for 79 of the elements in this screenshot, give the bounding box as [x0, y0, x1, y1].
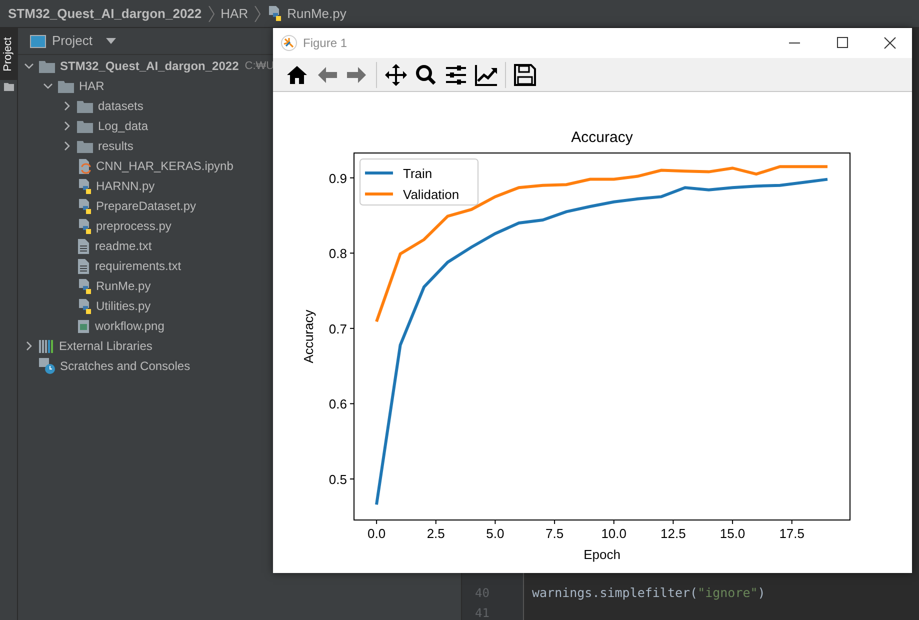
tool-window-tab[interactable]: Project	[0, 28, 17, 80]
tree-item[interactable]: Scratches and Consoles	[60, 357, 190, 375]
collapsed-chevron-icon[interactable]	[62, 121, 72, 131]
python-file-icon	[77, 178, 91, 194]
scratches-icon	[39, 358, 55, 374]
folder-icon	[58, 79, 74, 93]
y-tick-label: 0.9	[328, 170, 347, 186]
python-file-icon	[77, 198, 91, 214]
python-file-icon	[267, 6, 282, 21]
sliders-icon[interactable]	[445, 64, 467, 86]
search-icon[interactable]	[415, 64, 437, 86]
tree-item[interactable]: results	[98, 137, 134, 155]
y-axis-label: Accuracy	[301, 310, 316, 364]
line-chart-icon[interactable]	[475, 64, 497, 86]
x-tick-label: 15.0	[720, 526, 746, 541]
folder-icon	[4, 82, 14, 91]
tree-item[interactable]: requirements.txt	[95, 257, 182, 275]
path-hint: C:₩U	[244, 58, 274, 74]
y-tick-label: 0.8	[328, 246, 347, 262]
x-tick-label: 10.0	[601, 526, 627, 541]
x-tick-label: 12.5	[660, 526, 686, 541]
collapsed-chevron-icon[interactable]	[24, 341, 34, 351]
x-tick-label: 5.0	[486, 526, 504, 541]
tree-item[interactable]: RunMe.py	[96, 277, 151, 295]
folder-icon	[77, 119, 93, 133]
home-icon[interactable]	[286, 64, 308, 86]
text-file-icon	[77, 238, 90, 254]
tree-item[interactable]: CNN_HAR_KERAS.ipynb	[96, 157, 234, 175]
folder-icon	[39, 59, 55, 73]
x-tick-label: 7.5	[546, 526, 564, 541]
app-logo-icon	[281, 35, 297, 51]
code-line: warnings.simplefilter("ignore")	[532, 584, 766, 602]
expanded-chevron-icon[interactable]	[43, 81, 53, 91]
python-file-icon	[77, 298, 91, 314]
breadcrumb-item[interactable]: STM32_Quest_AI_dargon_2022	[8, 4, 202, 24]
y-tick-label: 0.5	[328, 472, 347, 487]
legend-label: Validation	[403, 187, 460, 202]
collapsed-chevron-icon[interactable]	[62, 141, 72, 151]
window-title: Figure 1	[303, 35, 348, 52]
libraries-icon	[39, 338, 54, 354]
text-file-icon	[77, 258, 90, 274]
panel-title[interactable]: Project	[52, 31, 92, 51]
chart-title: Accuracy	[571, 129, 633, 146]
y-tick-label: 0.6	[328, 396, 347, 412]
python-file-icon	[77, 218, 91, 234]
dropdown-caret-icon[interactable]	[106, 38, 116, 44]
notebook-file-icon	[77, 158, 91, 174]
chevron-icon	[254, 6, 262, 22]
panel-icon	[30, 34, 46, 48]
x-tick-label: 0.0	[368, 526, 386, 541]
folder-icon	[77, 99, 93, 113]
breadcrumb-item[interactable]: HAR	[220, 4, 248, 24]
legend-label: Train	[403, 166, 432, 181]
tree-item[interactable]: datasets	[98, 97, 144, 115]
image-file-icon	[77, 318, 90, 334]
tree-item[interactable]: workflow.png	[95, 317, 164, 335]
breadcrumb-item[interactable]: RunMe.py	[287, 4, 346, 24]
tree-item[interactable]: preprocess.py	[96, 217, 172, 235]
chevron-icon	[208, 6, 215, 22]
move-arrows-icon[interactable]	[385, 64, 407, 86]
expanded-chevron-icon[interactable]	[24, 61, 34, 71]
save-icon[interactable]	[514, 64, 536, 86]
tree-item[interactable]: HARNN.py	[96, 177, 155, 195]
tree-item[interactable]: readme.txt	[95, 237, 152, 255]
tree-item[interactable]: Utilities.py	[96, 297, 151, 315]
x-tick-label: 17.5	[779, 526, 805, 541]
tree-item[interactable]: External Libraries	[59, 337, 152, 355]
x-tick-label: 2.5	[426, 526, 445, 541]
tree-item[interactable]: STM32_Quest_AI_dargon_2022	[60, 57, 239, 75]
y-tick-label: 0.7	[328, 321, 347, 336]
tree-item[interactable]: HAR	[79, 77, 104, 95]
collapsed-chevron-icon[interactable]	[62, 101, 72, 111]
maximize-icon[interactable]	[837, 37, 849, 49]
tree-item[interactable]: Log_data	[98, 117, 148, 135]
folder-icon	[77, 139, 93, 153]
close-icon[interactable]	[884, 37, 896, 49]
x-axis-label: Epoch	[584, 547, 620, 562]
python-file-icon	[77, 278, 91, 294]
tree-item[interactable]: PrepareDataset.py	[96, 197, 196, 215]
